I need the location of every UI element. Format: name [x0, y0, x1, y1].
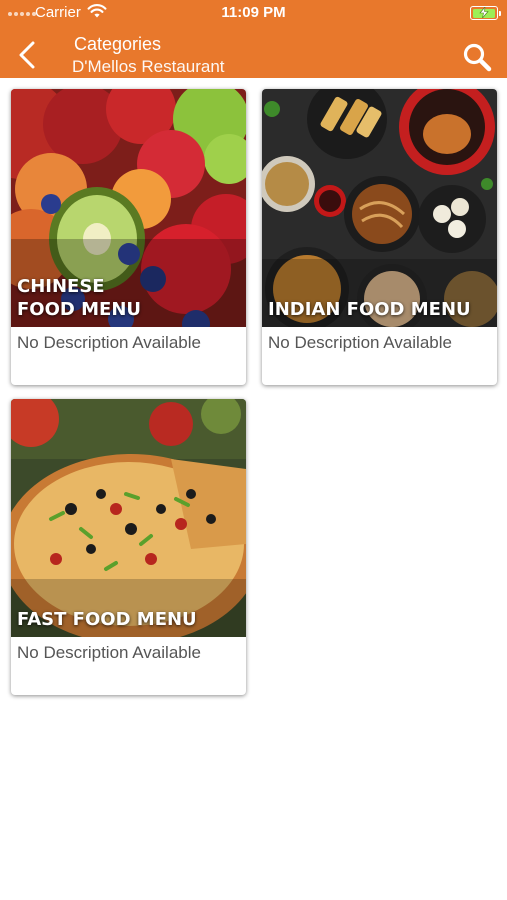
indian-dishes-photo: INDIAN FOOD MENU	[262, 89, 497, 327]
chevron-left-icon	[19, 41, 35, 69]
category-title: INDIAN FOOD MENU	[268, 299, 471, 320]
category-title: CHINESE FOOD MENU	[17, 276, 141, 320]
category-card[interactable]: INDIAN FOOD MENU No Description Availabl…	[262, 89, 497, 385]
fruits-photo: CHINESE FOOD MENU	[11, 89, 246, 327]
charging-bolt-icon	[479, 7, 489, 18]
pizza-photo: FAST FOOD MENU	[11, 399, 246, 637]
search-button[interactable]	[460, 40, 494, 74]
restaurant-name: D'Mellos Restaurant	[72, 57, 225, 76]
back-button[interactable]	[14, 38, 40, 72]
category-description: No Description Available	[17, 333, 201, 352]
status-bar: Carrier 11:09 PM	[0, 0, 507, 26]
category-title: FAST FOOD MENU	[17, 609, 197, 630]
category-description: No Description Available	[17, 643, 201, 662]
search-icon	[463, 43, 492, 72]
category-card[interactable]: CHINESE FOOD MENU No Description Availab…	[11, 89, 246, 385]
status-time: 11:09 PM	[221, 4, 286, 21]
app-header: Carrier 11:09 PM Categories D'Mellos Res…	[0, 0, 507, 78]
category-description: No Description Available	[268, 333, 452, 352]
category-card[interactable]: FAST FOOD MENU No Description Available	[11, 399, 246, 695]
battery-icon	[470, 6, 501, 20]
page-title: Categories	[74, 34, 162, 54]
